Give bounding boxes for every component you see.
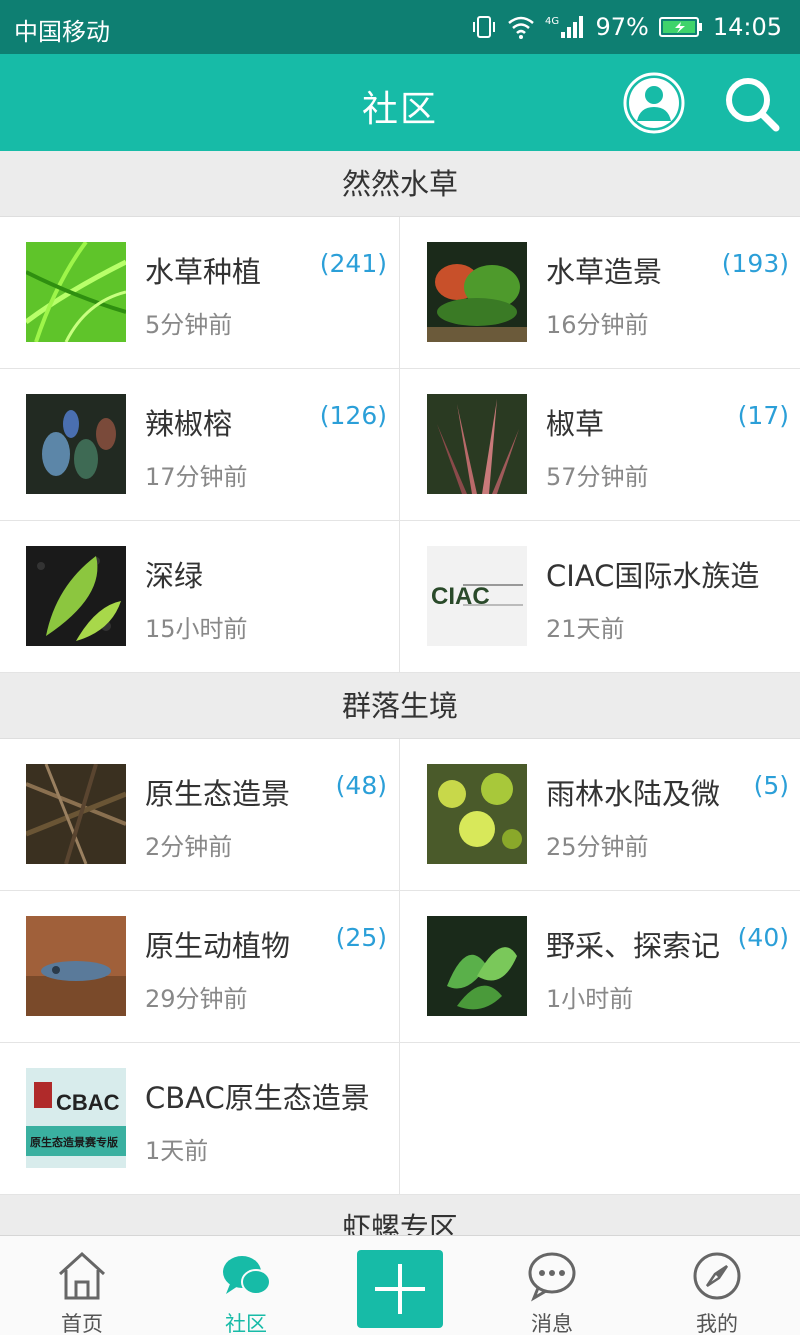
forum-item[interactable]: 水草造景 (193) 16分钟前 — [401, 217, 800, 368]
forum-thumbnail — [26, 546, 126, 646]
forum-row: 深绿 15小时前 CIAC CIAC国际水族造 21天前 — [0, 521, 800, 673]
last-update: 29分钟前 — [145, 985, 248, 1013]
forum-item[interactable]: 雨林水陆及微 (5) 25分钟前 — [401, 739, 800, 890]
carrier-name: 中国移动 — [14, 18, 110, 46]
message-icon — [528, 1252, 576, 1302]
forum-row: CBAC 原生态造景赛专版 CBAC原生态造景 1天前 — [0, 1043, 800, 1195]
post-count: (5) — [753, 771, 789, 800]
plus-icon — [375, 1264, 425, 1314]
forum-name: 水草造景 — [546, 255, 663, 289]
forum-name: 辣椒榕 — [145, 407, 233, 441]
forum-name: 椒草 — [546, 407, 605, 441]
forum-name: 水草种植 — [145, 255, 262, 289]
vibrate-icon — [473, 16, 496, 38]
forum-name: 原生态造景 — [145, 777, 291, 811]
section-header: 群落生境 — [0, 673, 800, 739]
chat-bubbles-icon — [223, 1256, 271, 1295]
forum-item[interactable]: 深绿 15小时前 — [0, 521, 400, 672]
last-update: 2分钟前 — [145, 833, 233, 861]
forum-thumbnail — [427, 394, 527, 494]
forum-thumbnail — [26, 242, 126, 342]
tab-messages[interactable]: 消息 — [492, 1236, 612, 1335]
forum-name: 雨林水陆及微 — [546, 777, 721, 811]
last-update: 1天前 — [145, 1137, 209, 1165]
tab-label: 消息 — [531, 1312, 573, 1335]
post-count: (193) — [721, 249, 789, 278]
post-count: (126) — [319, 401, 387, 430]
forum-thumbnail — [26, 916, 126, 1016]
forum-item[interactable]: CIAC CIAC国际水族造 21天前 — [401, 521, 800, 672]
tab-community[interactable]: 社区 — [186, 1236, 306, 1335]
last-update: 25分钟前 — [546, 833, 649, 861]
forum-row: 原生动植物 (25) 29分钟前 野采、探索记 (40) 1小时前 — [0, 891, 800, 1043]
post-count: (48) — [335, 771, 387, 800]
post-count: (241) — [319, 249, 387, 278]
signal-icon: 4G — [545, 16, 584, 38]
title-bar: 社区 — [0, 54, 800, 151]
forum-thumbnail — [427, 916, 527, 1016]
forum-thumbnail: CIAC — [427, 546, 527, 646]
post-count: (40) — [737, 923, 789, 952]
forum-thumbnail — [26, 764, 126, 864]
forum-item[interactable]: 椒草 (17) 57分钟前 — [401, 369, 800, 520]
tab-label: 社区 — [225, 1312, 267, 1335]
battery-percent: 97% — [595, 13, 649, 41]
forum-row: 辣椒榕 (126) 17分钟前 椒草 (17) 57分钟前 — [0, 369, 800, 521]
forum-item[interactable]: 原生态造景 (48) 2分钟前 — [0, 739, 400, 890]
post-count: (17) — [737, 401, 789, 430]
forum-name: 原生动植物 — [145, 929, 291, 963]
last-update: 17分钟前 — [145, 463, 248, 491]
last-update: 1小时前 — [546, 985, 634, 1013]
post-count: (25) — [335, 923, 387, 952]
last-update: 16分钟前 — [546, 311, 649, 339]
wifi-icon — [508, 16, 535, 39]
last-update: 57分钟前 — [546, 463, 649, 491]
home-icon — [58, 1251, 106, 1300]
last-update: 21天前 — [546, 615, 625, 643]
forum-thumbnail — [427, 242, 527, 342]
tab-label: 我的 — [696, 1312, 738, 1335]
forum-item[interactable]: CBAC 原生态造景赛专版 CBAC原生态造景 1天前 — [0, 1043, 400, 1194]
forum-name: 野采、探索记 — [546, 929, 721, 963]
forum-item[interactable]: 野采、探索记 (40) 1小时前 — [401, 891, 800, 1042]
last-update: 15小时前 — [145, 615, 248, 643]
cbac-logo-text: CBAC — [56, 1090, 120, 1115]
clock: 14:05 — [712, 13, 782, 41]
forum-item[interactable]: 水草种植 (241) 5分钟前 — [0, 217, 400, 368]
forum-thumbnail — [427, 764, 527, 864]
compass-icon — [693, 1252, 741, 1300]
bottom-tab-bar: 首页 社区 消息 我的 — [0, 1235, 800, 1335]
section-header: 然然水草 — [0, 151, 800, 217]
add-post-button[interactable] — [357, 1250, 443, 1328]
forum-thumbnail: CBAC 原生态造景赛专版 — [26, 1068, 126, 1168]
last-update: 5分钟前 — [145, 311, 233, 339]
forum-name: 深绿 — [145, 559, 204, 593]
forum-item[interactable]: 原生动植物 (25) 29分钟前 — [0, 891, 400, 1042]
forum-name: CIAC国际水族造 — [546, 559, 760, 593]
tab-home[interactable]: 首页 — [22, 1236, 142, 1335]
search-icon[interactable] — [722, 74, 782, 134]
user-avatar-icon[interactable] — [622, 71, 686, 135]
forum-row: 原生态造景 (48) 2分钟前 雨林水陆及微 (5) 25分钟前 — [0, 739, 800, 891]
battery-icon — [658, 17, 702, 37]
forum-name: CBAC原生态造景 — [145, 1081, 370, 1115]
tab-label: 首页 — [61, 1312, 103, 1335]
cbac-subtitle-text: 原生态造景赛专版 — [30, 1135, 118, 1149]
status-bar: 中国移动 4G 97% 14:05 — [0, 0, 800, 54]
tab-mine[interactable]: 我的 — [657, 1236, 777, 1335]
forum-item[interactable]: 辣椒榕 (126) 17分钟前 — [0, 369, 400, 520]
network-type: 4G — [545, 16, 559, 27]
forum-thumbnail — [26, 394, 126, 494]
forum-row: 水草种植 (241) 5分钟前 水草造景 (193) 16分钟前 — [0, 217, 800, 369]
